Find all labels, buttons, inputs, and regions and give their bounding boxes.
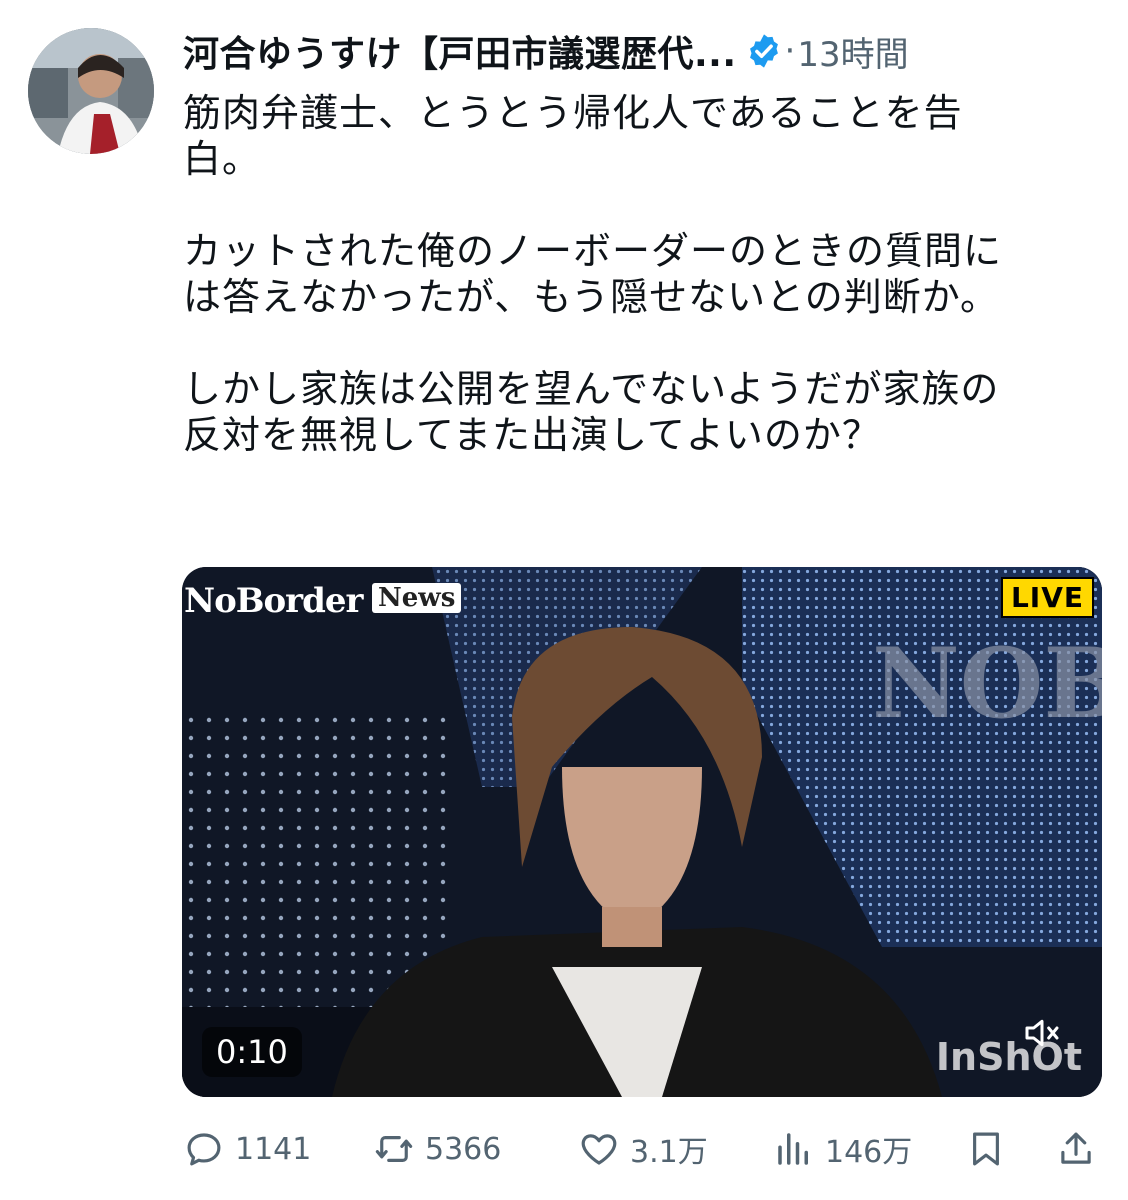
views-count: 146万 [825, 1135, 913, 1170]
share-icon [1061, 1132, 1091, 1164]
tweet-actions: 1141 5366 3.1万 146万 [183, 1124, 1091, 1174]
video-duration: 0:10 [202, 1027, 302, 1077]
heart-icon [581, 1134, 617, 1165]
channel-logo: NoBorder [184, 581, 363, 621]
time-separator: · [784, 31, 796, 71]
retweet-icon [375, 1136, 413, 1162]
bookmark-button[interactable] [965, 1124, 1007, 1174]
tweet-text: 筋肉弁護士、とうとう帰化人であることを告 白。 カットされた俺のノーボーダーのと… [183, 91, 1003, 457]
tweet-header: 河合ゆうすけ【戸田市議選歴代... · 13時間 [183, 24, 909, 78]
background-logo: NOBo [872, 627, 1102, 740]
channel-logo-badge: News [372, 583, 462, 613]
like-button[interactable]: 3.1万 [578, 1124, 708, 1174]
post-time[interactable]: 13時間 [797, 27, 908, 76]
bookmark-icon [973, 1132, 999, 1166]
mute-icon[interactable] [1022, 1013, 1062, 1053]
reply-icon [187, 1133, 221, 1166]
author-name[interactable]: 河合ゆうすけ【戸田市議選歴代... [183, 25, 737, 77]
views-button[interactable]: 146万 [773, 1124, 912, 1174]
video-frame: NOBo [182, 567, 1102, 1097]
reply-count: 1141 [235, 1131, 312, 1167]
retweet-button[interactable]: 5366 [373, 1124, 501, 1174]
video-player[interactable]: NOBo NoBorder News LIVE 0:10 InShOt [182, 567, 1102, 1097]
live-badge: LIVE [1000, 577, 1094, 618]
views-icon [778, 1133, 808, 1165]
share-button[interactable] [1055, 1124, 1097, 1174]
retweet-count: 5366 [425, 1131, 502, 1167]
verified-badge-icon [745, 32, 783, 70]
like-count: 3.1万 [630, 1135, 708, 1170]
reply-button[interactable]: 1141 [183, 1124, 311, 1174]
author-avatar[interactable] [28, 28, 154, 154]
